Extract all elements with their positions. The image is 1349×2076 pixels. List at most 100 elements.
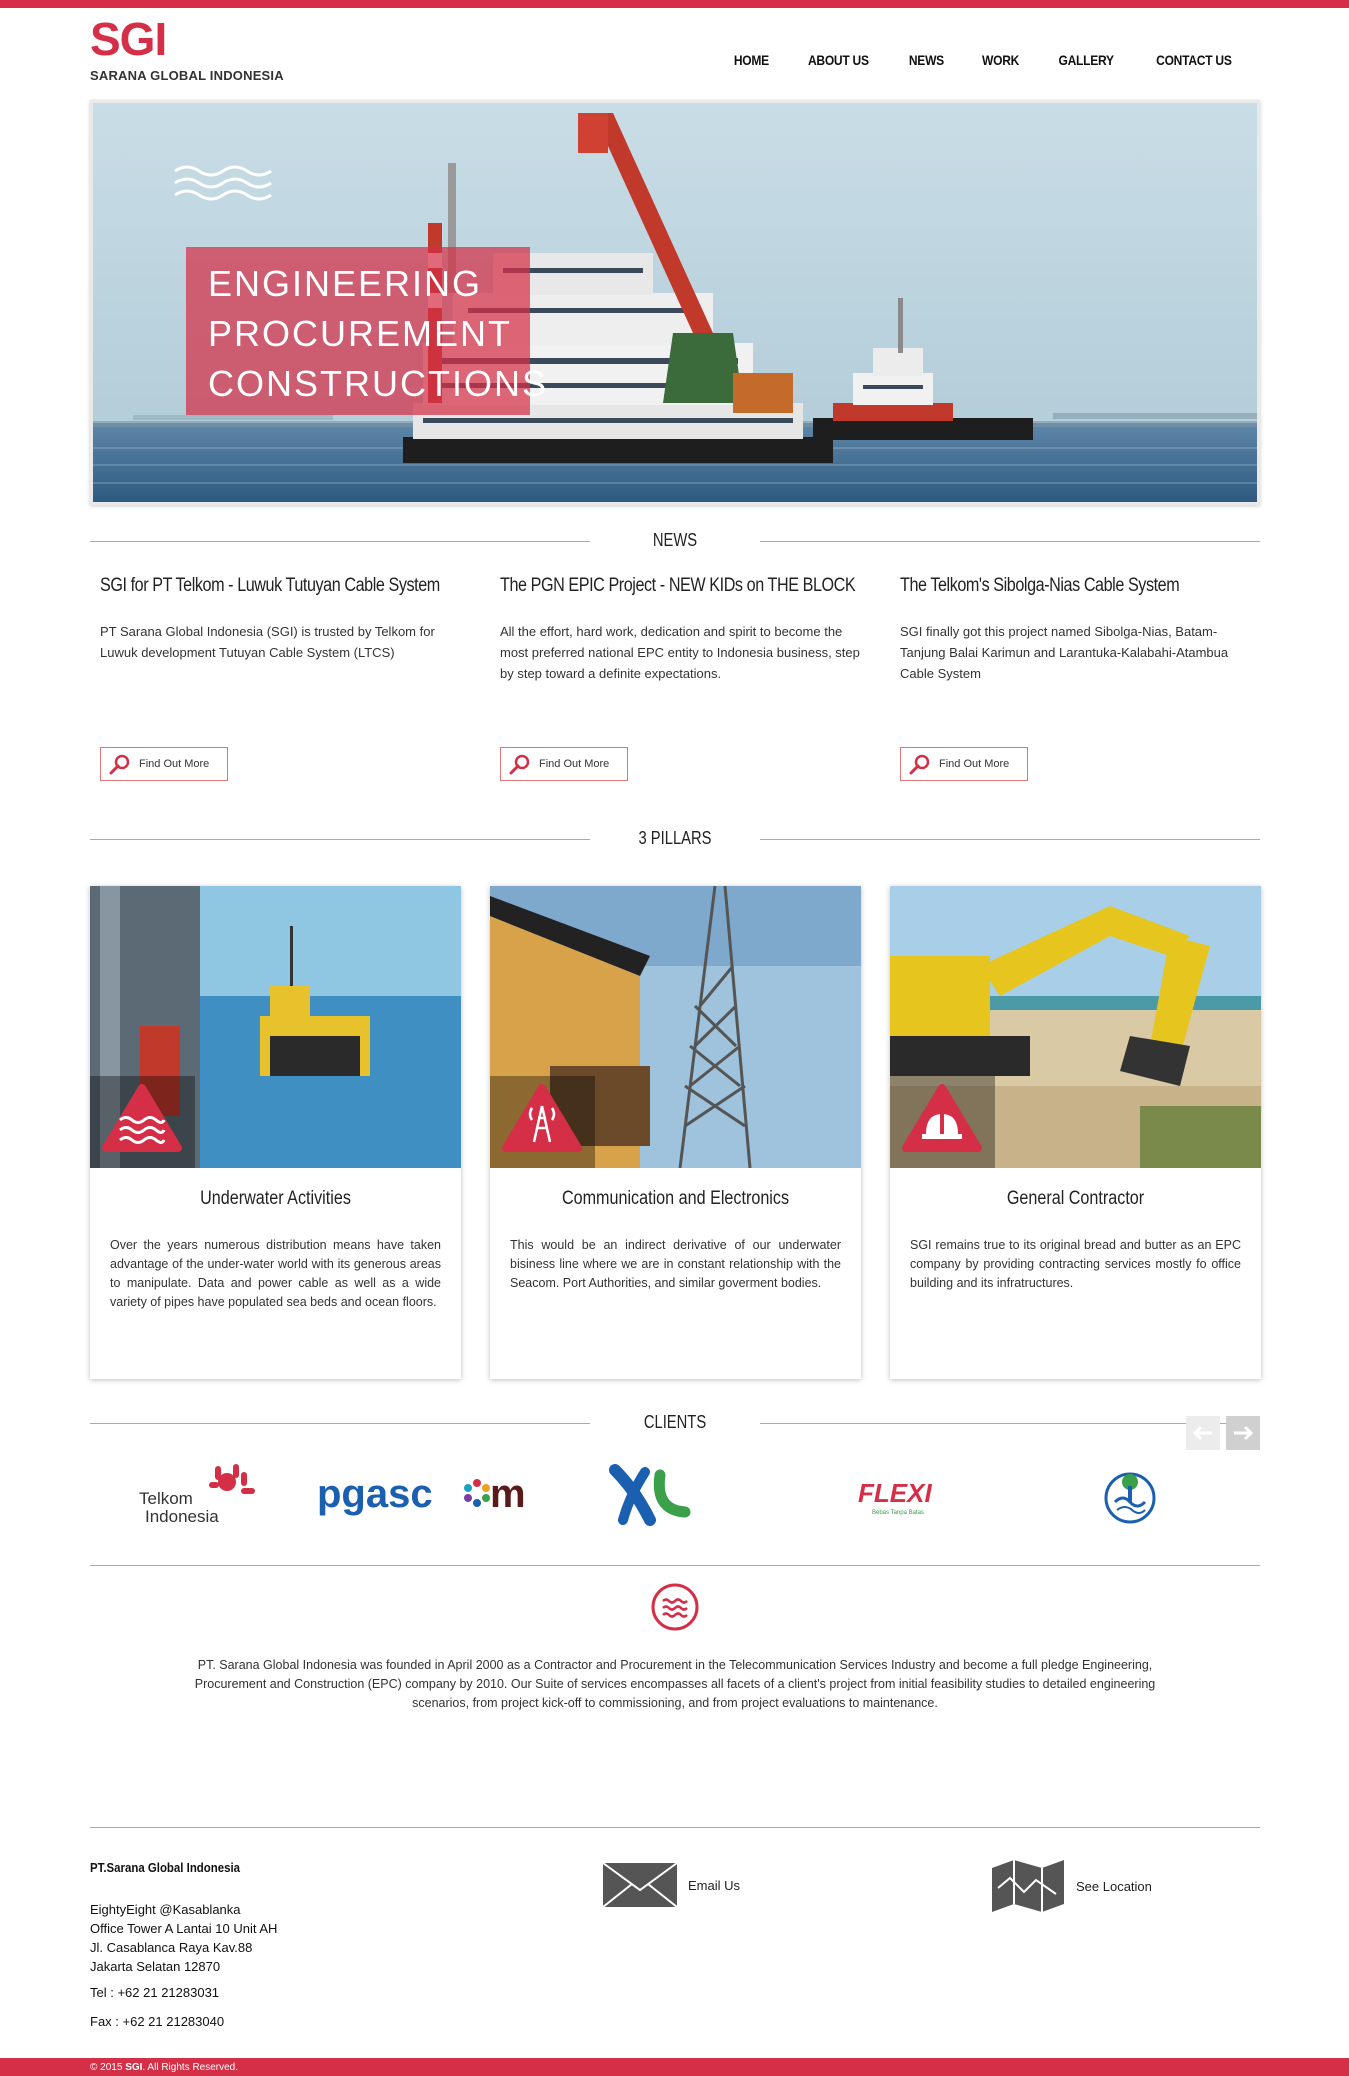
clients-title: CLIENTS bbox=[643, 1412, 707, 1432]
see-location-label: See Location bbox=[1076, 1878, 1152, 1894]
search-icon bbox=[109, 754, 130, 775]
pgascom-logo: pgasc m bbox=[317, 1472, 526, 1516]
see-location-link[interactable]: See Location bbox=[990, 1858, 1152, 1914]
copyright-bar: © 2015 SGI. All Rights Reserved. bbox=[0, 2058, 1349, 2076]
client-logo-pgascom[interactable]: pgasc m bbox=[315, 1460, 545, 1530]
client-logo-5[interactable] bbox=[1090, 1460, 1170, 1530]
find-out-more-button[interactable]: Find Out More bbox=[500, 747, 628, 781]
pillar-title: Underwater Activities bbox=[200, 1188, 351, 1209]
pillar-card-underwater: Underwater Activities Over the years num… bbox=[90, 886, 461, 1379]
waves-circle-icon bbox=[651, 1583, 699, 1631]
pillar-text: SGI remains true to its original bread a… bbox=[910, 1238, 1241, 1290]
footer-company-name: PT.Sarana Global Indonesia bbox=[90, 1860, 241, 1875]
nav-contact-us[interactable]: CONTACT US bbox=[1156, 52, 1232, 68]
map-icon bbox=[992, 1860, 1064, 1912]
copyright-brand: SGI bbox=[125, 2062, 143, 2073]
pillar-card-contractor: General Contractor SGI remains true to i… bbox=[890, 886, 1261, 1379]
clients-heading: CLIENTS bbox=[90, 1408, 1260, 1438]
arrow-right-icon bbox=[1234, 1425, 1254, 1441]
email-us-link[interactable]: Email Us bbox=[602, 1862, 740, 1908]
flexi-logo-tagline: Bebas Tanpa Batas bbox=[872, 1510, 924, 1516]
find-out-more-label: Find Out More bbox=[539, 758, 610, 770]
nav-gallery[interactable]: GALLERY bbox=[1058, 52, 1114, 68]
telkom-logo: Telkom Indonesia bbox=[139, 1464, 255, 1526]
flexi-logo-text: FLEXI bbox=[858, 1478, 932, 1508]
telkom-logo-line1: Telkom bbox=[139, 1489, 193, 1508]
news-item-text: PT Sarana Global Indonesia (SGI) is trus… bbox=[100, 624, 435, 660]
find-out-more-button[interactable]: Find Out More bbox=[100, 747, 228, 781]
news-item: The PGN EPIC Project - NEW KIDs on THE B… bbox=[500, 575, 880, 684]
address-line: Jl. Casablanca Raya Kav.88 bbox=[90, 1940, 253, 1955]
hero-caption: ENGINEERING PROCUREMENT CONSTRUCTIONS bbox=[186, 247, 548, 415]
main-nav: HOME ABOUT US NEWS WORK GALLERY CONTACT … bbox=[731, 52, 1238, 68]
nav-work[interactable]: WORK bbox=[982, 52, 1019, 68]
find-out-more-label: Find Out More bbox=[139, 758, 210, 770]
hero-line-3: CONSTRUCTIONS bbox=[208, 363, 548, 404]
pillar-text: This would be an indirect derivative of … bbox=[510, 1238, 841, 1290]
client-logo-flexi[interactable]: FLEXI Bebas Tanpa Batas bbox=[850, 1460, 960, 1530]
nav-news[interactable]: NEWS bbox=[909, 52, 944, 68]
news-heading: NEWS bbox=[90, 526, 1260, 556]
pillars-title: 3 PILLARS bbox=[638, 828, 712, 848]
pillar-image-contractor bbox=[890, 886, 1261, 1168]
news-item-title[interactable]: SGI for PT Telkom - Luwuk Tutuyan Cable … bbox=[100, 575, 440, 597]
footer-fax: Fax : +62 21 21283040 bbox=[90, 2014, 225, 2029]
flexi-logo: FLEXI Bebas Tanpa Batas bbox=[858, 1478, 932, 1516]
pgascom-logo-text-a: pgasc bbox=[317, 1472, 433, 1516]
nav-home[interactable]: HOME bbox=[733, 52, 768, 68]
pillar-badge bbox=[490, 1076, 595, 1168]
email-us-label: Email Us bbox=[688, 1877, 741, 1893]
arrow-left-icon bbox=[1192, 1425, 1212, 1441]
address-line: Office Tower A Lantai 10 Unit AH bbox=[90, 1921, 278, 1936]
site-logo[interactable]: SGI SARANA GLOBAL INDONESIA bbox=[90, 13, 284, 83]
pillar-card-communication: Communication and Electronics This would… bbox=[490, 886, 861, 1379]
envelope-icon bbox=[602, 1862, 678, 1908]
copyright-prefix: © 2015 bbox=[90, 2062, 123, 2073]
hero-line-1: ENGINEERING bbox=[208, 263, 483, 304]
hardhat-icon bbox=[902, 1084, 982, 1152]
hero-line-2: PROCUREMENT bbox=[208, 313, 513, 354]
logo-company-name: SARANA GLOBAL INDONESIA bbox=[90, 68, 284, 83]
address-line: Jakarta Selatan 12870 bbox=[90, 1959, 221, 1974]
footer-telephone: Tel : +62 21 21283031 bbox=[90, 1985, 220, 2000]
news-item: SGI for PT Telkom - Luwuk Tutuyan Cable … bbox=[100, 575, 480, 663]
client-logo-xl[interactable] bbox=[600, 1460, 700, 1530]
clients-prev-button[interactable] bbox=[1186, 1416, 1220, 1450]
divider-line bbox=[90, 1827, 1260, 1828]
pillar-text: Over the years numerous distribution mea… bbox=[110, 1238, 441, 1309]
client-logo-telkom[interactable]: Telkom Indonesia bbox=[130, 1460, 270, 1530]
top-accent-bar bbox=[0, 0, 1349, 8]
news-item: The Telkom's Sibolga-Nias Cable System S… bbox=[900, 575, 1280, 684]
hero-banner: ENGINEERING PROCUREMENT CONSTRUCTIONS bbox=[90, 100, 1260, 505]
news-title: NEWS bbox=[652, 530, 698, 550]
pillar-badge bbox=[90, 1076, 195, 1168]
divider-line bbox=[90, 1565, 1260, 1566]
find-out-more-button[interactable]: Find Out More bbox=[900, 747, 1028, 781]
search-icon bbox=[509, 754, 530, 775]
copyright-suffix: . All Rights Reserved. bbox=[142, 2062, 239, 2073]
search-icon bbox=[909, 754, 930, 775]
news-item-title[interactable]: The Telkom's Sibolga-Nias Cable System bbox=[900, 575, 1223, 597]
pillar-badge bbox=[890, 1076, 995, 1168]
find-out-more-label: Find Out More bbox=[939, 758, 1010, 770]
waves-icon bbox=[102, 1084, 182, 1152]
tower-icon bbox=[502, 1084, 582, 1152]
address-line: EightyEight @Kasablanka bbox=[90, 1902, 241, 1917]
pgascom-logo-text-b: m bbox=[490, 1472, 526, 1516]
xl-logo bbox=[609, 1464, 691, 1526]
news-item-text: SGI finally got this project named Sibol… bbox=[900, 624, 1229, 681]
clients-next-button[interactable] bbox=[1226, 1416, 1260, 1450]
hero-waves-icon bbox=[174, 165, 272, 201]
news-item-text: All the effort, hard work, dedication an… bbox=[500, 624, 860, 681]
news-item-title[interactable]: The PGN EPIC Project - NEW KIDs on THE B… bbox=[500, 575, 856, 597]
telkom-logo-line2: Indonesia bbox=[145, 1507, 219, 1526]
pillar-image-communication bbox=[490, 886, 861, 1168]
client-5-logo bbox=[1104, 1472, 1156, 1524]
pillar-image-underwater bbox=[90, 886, 461, 1168]
about-text: PT. Sarana Global Indonesia was founded … bbox=[194, 1658, 1156, 1710]
logo-mark: SGI bbox=[90, 13, 167, 65]
pillar-title: General Contractor bbox=[1006, 1188, 1145, 1209]
nav-about-us[interactable]: ABOUT US bbox=[808, 52, 869, 68]
footer-address: EightyEight @Kasablanka Office Tower A L… bbox=[90, 1900, 277, 1976]
pillars-heading: 3 PILLARS bbox=[90, 824, 1260, 854]
